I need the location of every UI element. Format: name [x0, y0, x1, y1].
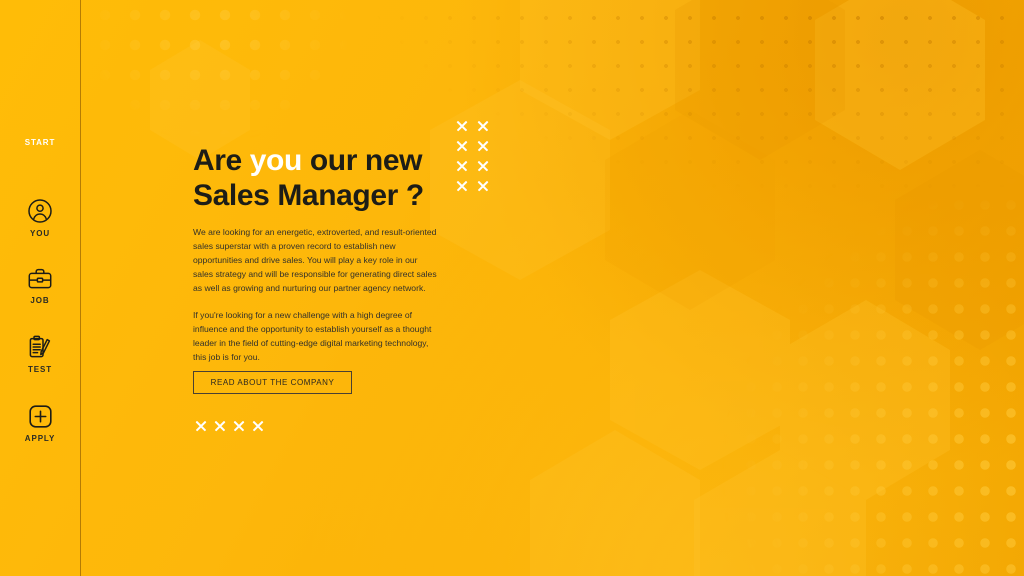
clipboard-pencil-icon [0, 335, 80, 360]
job-description-paragraph-2: If you're looking for a new challenge wi… [193, 310, 432, 362]
sidebar-item-test[interactable]: TEST [0, 335, 80, 374]
headline-accent: you [249, 144, 303, 177]
headline-part-1: Are [193, 144, 250, 177]
briefcase-icon [0, 267, 80, 291]
headline-line-2: Sales Manager ? [193, 179, 424, 213]
sidebar-item-label: START [24, 138, 56, 147]
sidebar-item-apply[interactable]: APPLY [0, 404, 80, 443]
sidebar-item-you[interactable]: YOU [0, 198, 80, 238]
sidebar-divider [80, 0, 81, 576]
page-root: START YOU JOB TEST APPLY Are you our new… [0, 0, 1024, 576]
main-content: Are you our new Sales Manager ? We are lo… [193, 0, 753, 576]
headline-part-2: our new [301, 144, 423, 177]
sidebar-item-label: YOU [29, 229, 51, 238]
plus-square-icon [0, 404, 80, 429]
user-circle-icon [0, 198, 80, 224]
page-title: Are you our new Sales Manager ? [193, 143, 493, 214]
sidebar-item-label: JOB [30, 296, 50, 305]
sidebar-item-job[interactable]: JOB [0, 267, 80, 305]
sidebar-item-label: APPLY [24, 434, 56, 443]
sidebar-nav: START YOU JOB TEST APPLY [0, 0, 80, 576]
job-description-paragraph-1: We are looking for an energetic, extrove… [193, 227, 437, 293]
sidebar-item-start[interactable]: START [0, 133, 80, 147]
sidebar-item-label: TEST [27, 365, 53, 374]
read-about-company-button[interactable]: READ ABOUT THE COMPANY [193, 371, 352, 394]
